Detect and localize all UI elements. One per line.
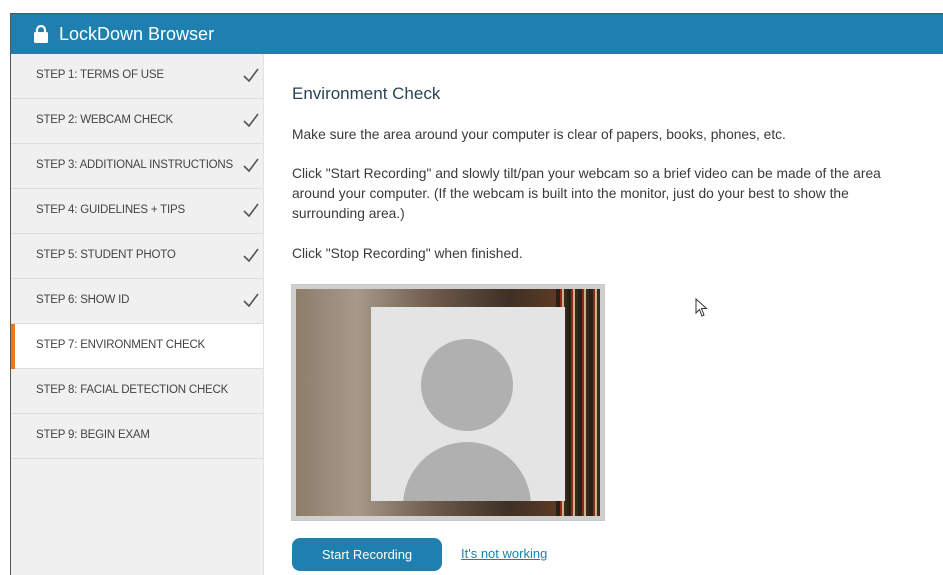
step-label: STEP 6: SHOW ID	[36, 294, 130, 306]
sidebar-item-step-5[interactable]: STEP 5: STUDENT PHOTO	[11, 234, 263, 279]
checkmark-icon	[243, 203, 259, 218]
mouse-cursor-icon	[695, 298, 708, 317]
checkmark-icon	[243, 248, 259, 263]
checkmark-icon	[243, 293, 259, 308]
checkmark-icon	[243, 68, 259, 83]
sidebar-item-step-7[interactable]: STEP 7: ENVIRONMENT CHECK	[11, 324, 263, 369]
sidebar-item-step-1[interactable]: STEP 1: TERMS OF USE	[11, 54, 263, 99]
sidebar-item-step-2[interactable]: STEP 2: WEBCAM CHECK	[11, 99, 263, 144]
instruction-clear-area: Make sure the area around your computer …	[292, 127, 786, 142]
avatar-placeholder-icon	[371, 307, 565, 501]
avatar-body	[403, 442, 531, 501]
step-label: STEP 2: WEBCAM CHECK	[36, 114, 174, 126]
step-label: STEP 4: GUIDELINES + TIPS	[36, 204, 185, 216]
lockdown-browser-window: LockDown Browser STEP 1: TERMS OF USE ST…	[10, 13, 943, 575]
checkmark-icon	[243, 158, 259, 173]
step-label: STEP 1: TERMS OF USE	[36, 69, 164, 81]
page-title: Environment Check	[292, 84, 441, 103]
sidebar-item-step-4[interactable]: STEP 4: GUIDELINES + TIPS	[11, 189, 263, 234]
main-content: Environment Check Make sure the area aro…	[264, 54, 943, 575]
instruction-stop-recording: Click "Stop Recording" when finished.	[292, 246, 523, 261]
sidebar-item-step-6[interactable]: STEP 6: SHOW ID	[11, 279, 263, 324]
not-working-link[interactable]: It's not working	[461, 546, 547, 561]
step-label: STEP 7: ENVIRONMENT CHECK	[36, 339, 206, 351]
step-label: STEP 8: FACIAL DETECTION CHECK	[36, 384, 229, 396]
step-label: STEP 9: BEGIN EXAM	[36, 429, 150, 441]
step-label: STEP 5: STUDENT PHOTO	[36, 249, 176, 261]
steps-sidebar: STEP 1: TERMS OF USE STEP 2: WEBCAM CHEC…	[11, 54, 264, 575]
webcam-video-feed	[296, 289, 600, 516]
checkmark-icon	[243, 113, 259, 128]
instruction-start-recording: Click "Start Recording" and slowly tilt/…	[292, 166, 881, 221]
step-label: STEP 3: ADDITIONAL INSTRUCTIONS	[36, 159, 234, 171]
window-title: LockDown Browser	[59, 24, 215, 44]
sidebar-item-step-8[interactable]: STEP 8: FACIAL DETECTION CHECK	[11, 369, 263, 414]
start-recording-button[interactable]: Start Recording	[292, 538, 442, 571]
webcam-preview	[291, 284, 605, 521]
sidebar-item-step-3[interactable]: STEP 3: ADDITIONAL INSTRUCTIONS	[11, 144, 263, 189]
sidebar-item-step-9[interactable]: STEP 9: BEGIN EXAM	[11, 414, 263, 459]
screen: LockDown Browser STEP 1: TERMS OF USE ST…	[0, 0, 943, 575]
lock-icon	[34, 25, 48, 43]
title-bar: LockDown Browser	[11, 14, 943, 54]
avatar-head	[421, 339, 513, 431]
